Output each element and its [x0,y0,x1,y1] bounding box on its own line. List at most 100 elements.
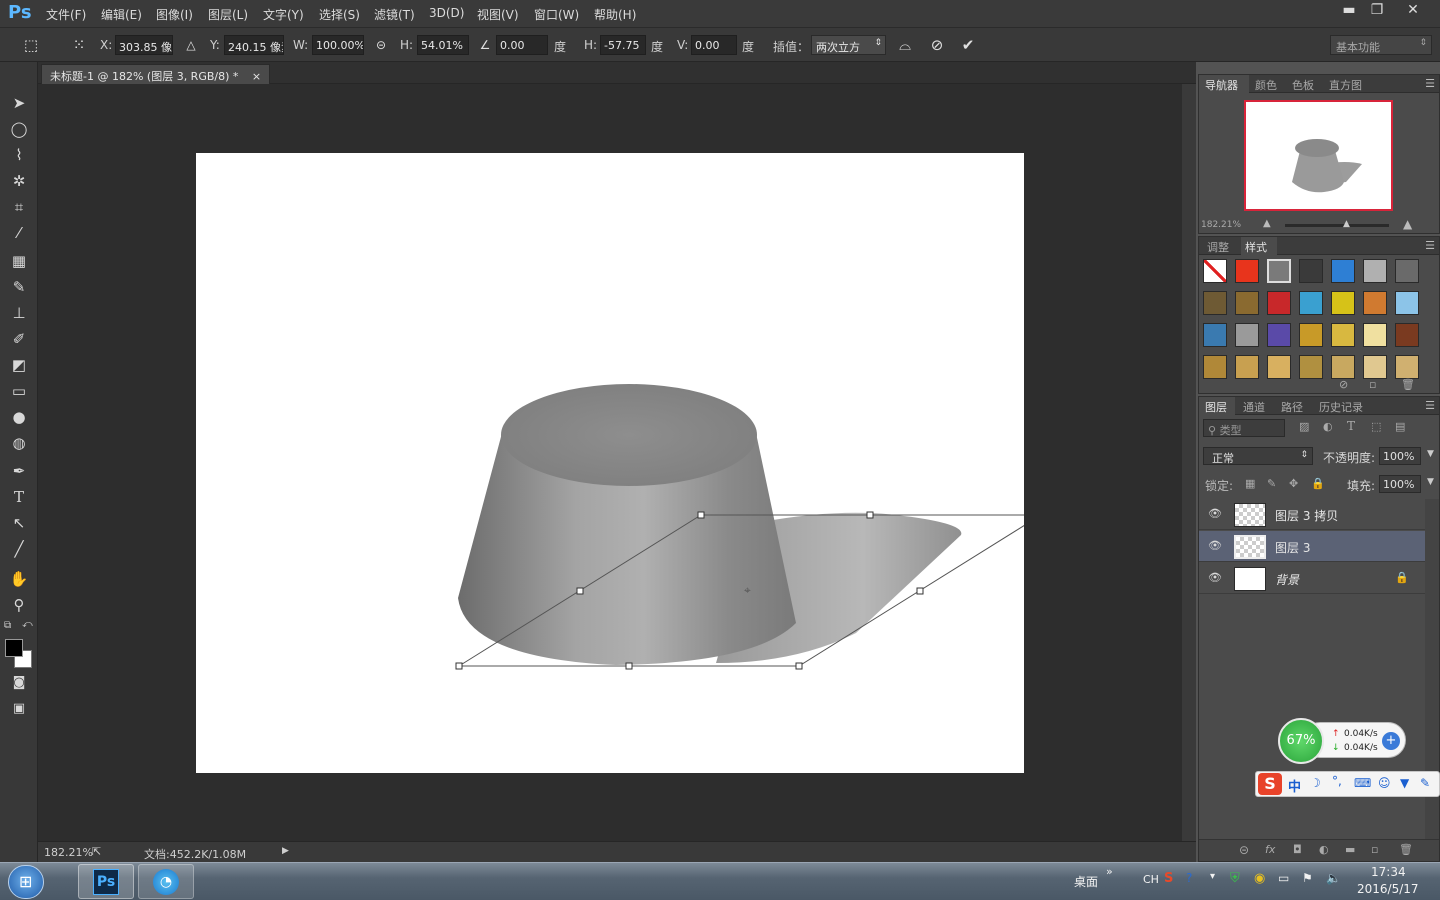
lock-all-icon[interactable]: 🔒 [1311,477,1325,490]
foreground-color-swatch[interactable] [5,639,23,657]
tab-layers[interactable]: 图层 [1205,399,1227,415]
style-swatch[interactable] [1235,355,1259,379]
style-swatch[interactable] [1363,259,1387,283]
delete-style-icon[interactable]: 🗑 [1401,378,1415,391]
style-swatch[interactable] [1235,323,1259,347]
menu-help[interactable]: 帮助(H) [594,6,636,23]
filter-type-icon[interactable]: T [1347,419,1355,433]
keyboard-icon[interactable]: ⌨ [1354,776,1371,790]
menu-image[interactable]: 图像(I) [156,6,193,23]
canvas[interactable]: ⌖ [196,153,1024,773]
style-swatch[interactable] [1299,259,1323,283]
tab-color[interactable]: 颜色 [1255,77,1277,93]
opacity-field[interactable]: 100% [1379,447,1421,465]
tab-close-icon[interactable]: × [252,70,261,83]
delete-layer-icon[interactable]: 🗑 [1399,843,1413,856]
swap-colors-icon[interactable]: ⤺ [22,619,33,630]
style-swatch[interactable] [1331,291,1355,315]
tab-swatches[interactable]: 色板 [1292,77,1314,93]
hskew-field[interactable]: -57.75 [600,35,646,55]
style-swatch[interactable] [1267,355,1291,379]
panel-menu-icon[interactable]: ☰ [1425,77,1435,90]
help-icon[interactable]: ? [1186,871,1192,885]
plus-icon[interactable]: + [1382,732,1400,750]
new-style-icon[interactable]: ▫ [1369,378,1376,391]
clear-style-icon[interactable]: ⊘ [1339,378,1348,391]
menu-3d[interactable]: 3D(D) [429,6,464,20]
eyedropper-icon[interactable]: ⁄ [8,222,30,244]
tab-paths[interactable]: 路径 [1281,399,1303,415]
tools-wrench-icon[interactable]: ✎ [1420,776,1430,790]
tab-channels[interactable]: 通道 [1243,399,1265,415]
menu-type[interactable]: 文字(Y) [263,6,304,23]
style-swatch[interactable] [1331,259,1355,283]
clock-time[interactable]: 17:34 [1371,865,1406,879]
zoom-slider-thumb[interactable]: ▲ [1343,219,1350,229]
style-swatch[interactable] [1203,259,1227,283]
menu-filter[interactable]: 滤镜(T) [374,6,415,23]
style-swatch[interactable] [1363,323,1387,347]
style-swatch[interactable] [1395,259,1419,283]
dodge-icon[interactable]: ◍ [8,432,30,454]
layer-name[interactable]: 图层 3 拷贝 [1275,507,1338,524]
elliptical-marquee-icon[interactable]: ◯ [8,118,30,140]
tab-history[interactable]: 历史记录 [1319,399,1363,415]
vertical-scrollbar[interactable] [1182,84,1196,841]
warp-mode-icon[interactable]: ⌓ [896,36,914,54]
tab-navigator[interactable]: 导航器 [1205,77,1238,93]
menu-select[interactable]: 选择(S) [319,6,360,23]
style-swatch[interactable] [1267,291,1291,315]
restore-button[interactable]: ❐ [1362,0,1392,22]
y-field[interactable]: 240.15 像素 [224,35,284,55]
menu-window[interactable]: 窗口(W) [534,6,579,23]
zoom-in-icon[interactable]: ▲ [1403,217,1412,231]
action-center-icon[interactable]: ⚑ [1302,871,1313,885]
eraser-icon[interactable]: ◩ [8,354,30,376]
style-swatch[interactable] [1395,323,1419,347]
blend-mode-select[interactable]: 正常 ⇕ [1203,447,1313,465]
visibility-eye-icon[interactable]: 👁 [1207,539,1223,555]
workspace-select[interactable]: 基本功能 ⇕ [1330,35,1432,55]
status-menu-arrow-icon[interactable]: ▶ [282,846,289,856]
close-button[interactable]: ✕ [1396,0,1430,22]
style-swatch[interactable] [1267,259,1291,283]
style-swatch[interactable] [1395,291,1419,315]
zoom-out-icon[interactable]: ▲ [1263,218,1271,229]
panel-menu-icon[interactable]: ☰ [1425,239,1435,252]
style-swatch[interactable] [1299,291,1323,315]
layer-filter-select[interactable]: ⚲ 类型 [1203,419,1285,437]
style-swatch[interactable] [1299,323,1323,347]
tab-styles[interactable]: 样式 [1245,239,1267,255]
zoom-tool-icon[interactable]: ⚲ [8,594,30,616]
navigator-preview[interactable] [1244,100,1393,211]
add-mask-icon[interactable]: ◘ [1293,843,1302,856]
x-field[interactable]: 303.85 像素 [115,35,173,55]
language-indicator[interactable]: CH [1143,873,1159,886]
line-tool-icon[interactable]: ╱ [8,538,30,560]
style-swatch[interactable] [1235,291,1259,315]
sogou-logo-icon[interactable]: S [1258,773,1282,795]
new-group-icon[interactable]: ▬ [1345,843,1355,856]
lasso-icon[interactable]: ⌇ [8,144,30,166]
new-layer-icon[interactable]: ▫ [1371,843,1378,856]
punctuation-icon[interactable]: °, [1332,774,1342,788]
relative-position-icon[interactable]: △ [182,36,200,54]
volume-icon[interactable]: 🔈 [1326,871,1341,885]
lock-pixels-icon[interactable]: ✎ [1267,477,1276,490]
style-swatch[interactable] [1331,355,1355,379]
filter-pixel-icon[interactable]: ▨ [1299,420,1309,433]
layer-row-selected[interactable]: 👁 图层 3 [1199,531,1425,562]
panel-menu-icon[interactable]: ☰ [1425,399,1435,412]
style-swatch[interactable] [1203,323,1227,347]
tray-expand-icon[interactable]: ▾ [1210,871,1215,882]
menu-view[interactable]: 视图(V) [477,6,519,23]
link-layers-icon[interactable]: ⊝ [1239,843,1249,857]
menu-layer[interactable]: 图层(L) [208,6,248,23]
clone-stamp-icon[interactable]: ⊥ [8,302,30,324]
clock-date[interactable]: 2016/5/17 [1357,882,1419,896]
style-swatch[interactable] [1363,355,1387,379]
document-tab[interactable]: 未标题-1 @ 182% (图层 3, RGB/8) * × [41,64,271,84]
width-field[interactable]: 100.00% [312,35,364,55]
layer-row[interactable]: 👁 背景 🔒 [1199,563,1425,594]
quick-mask-icon[interactable]: ◙ [8,672,30,694]
